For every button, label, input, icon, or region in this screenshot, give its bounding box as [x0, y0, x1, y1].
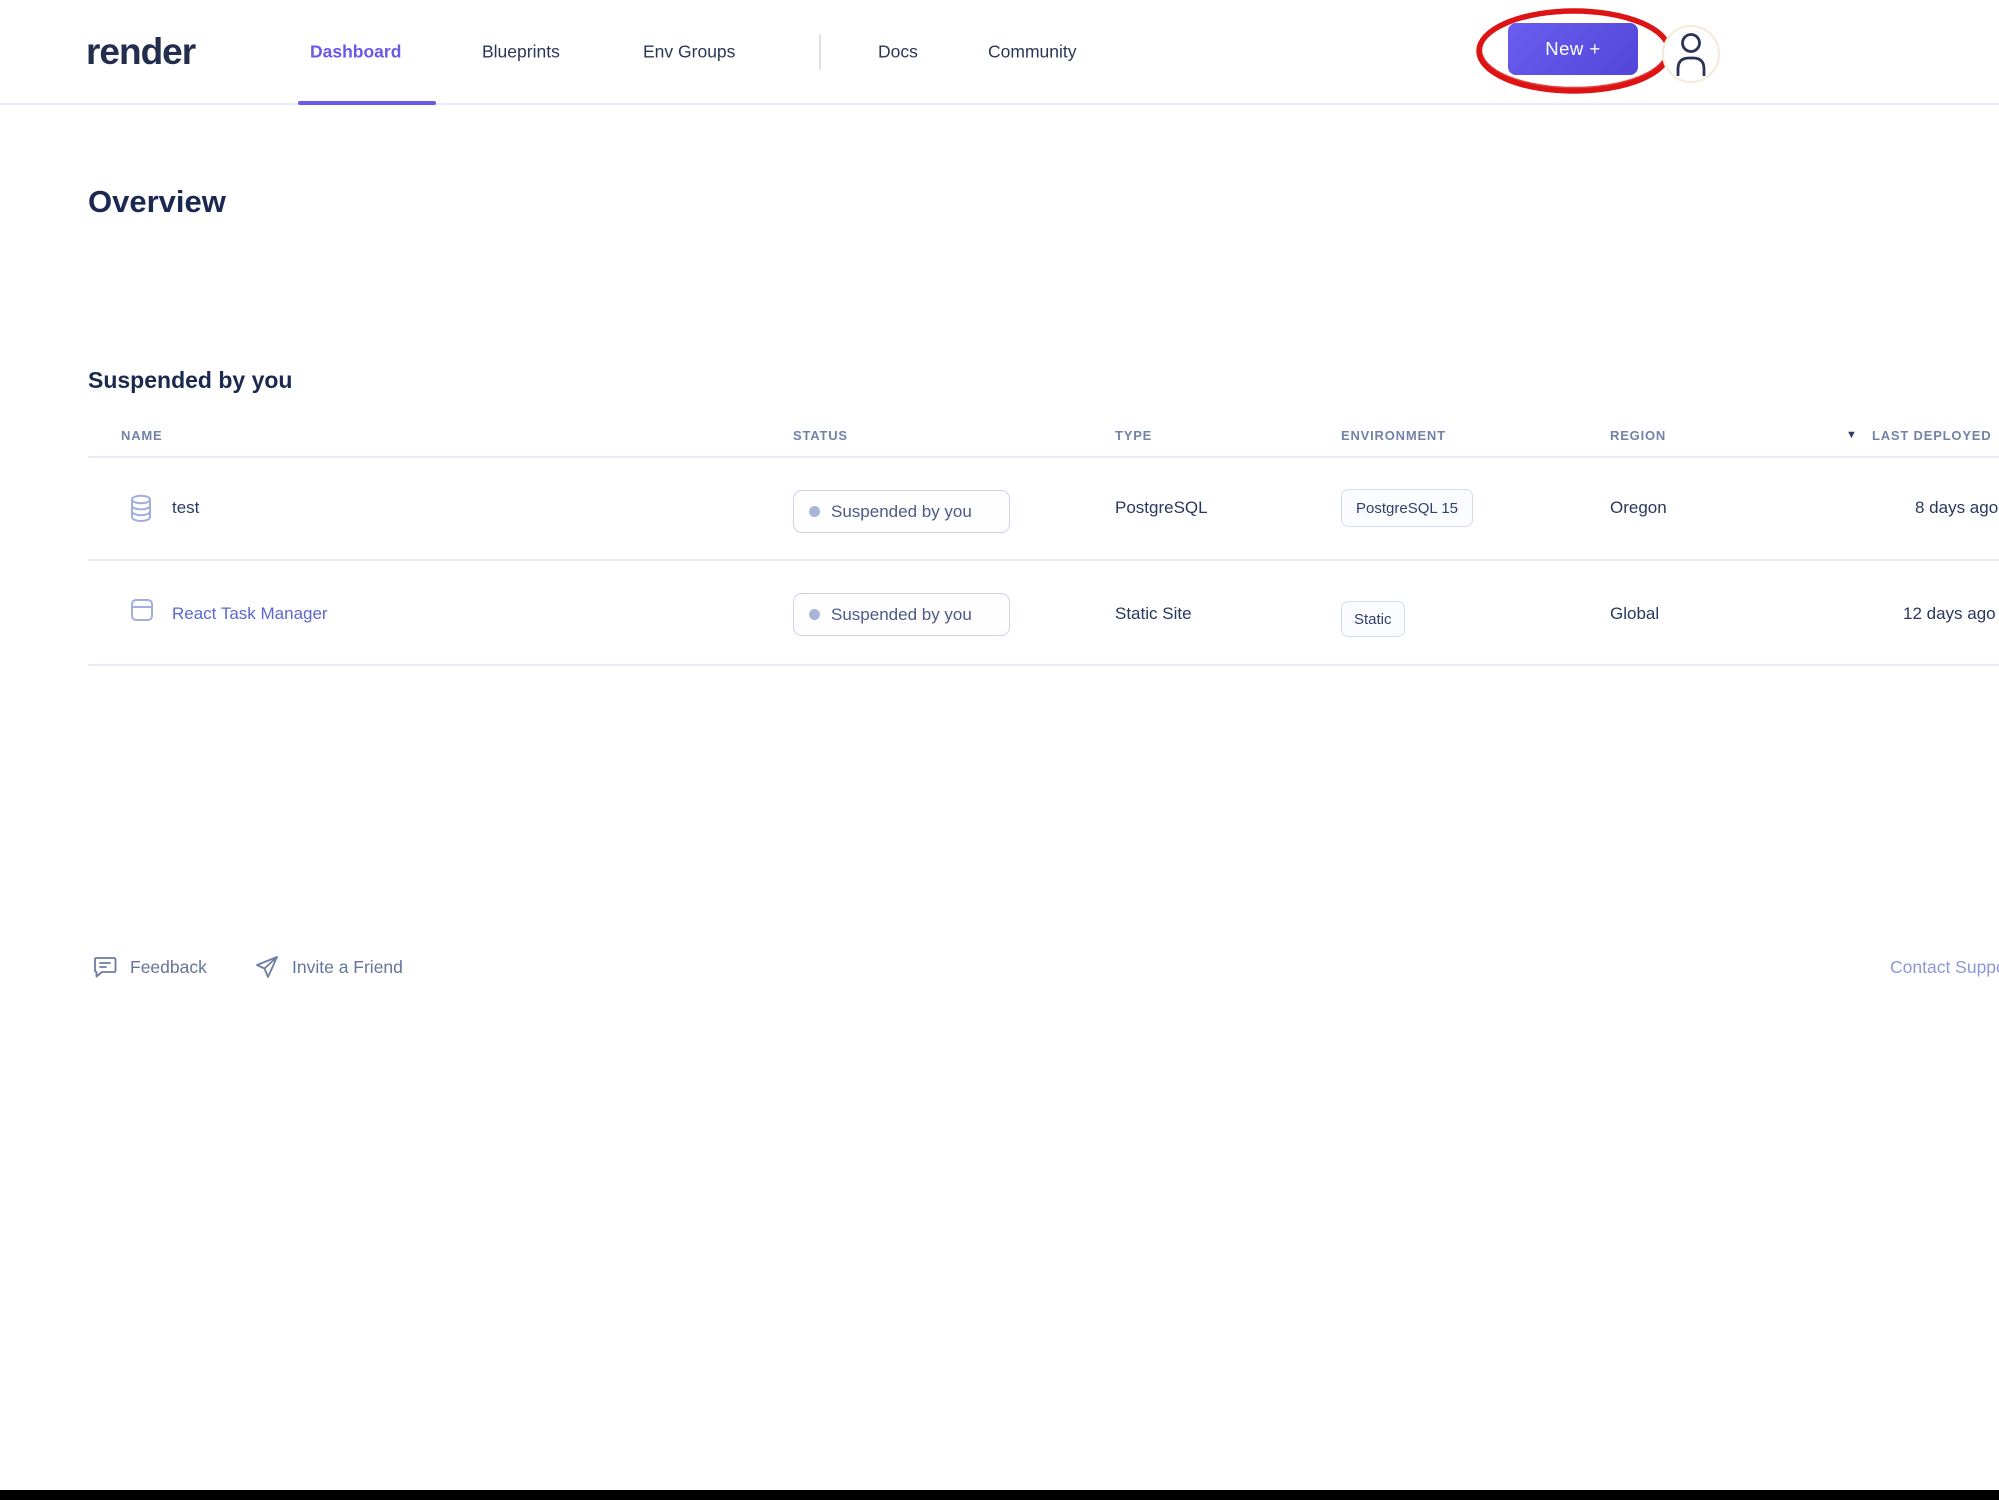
environment-badge: PostgreSQL 15 — [1341, 489, 1473, 527]
service-name-link[interactable]: React Task Manager — [172, 604, 328, 624]
status-dot-icon — [809, 609, 820, 620]
column-header-type[interactable]: TYPE — [1115, 428, 1152, 443]
paper-plane-icon — [254, 954, 280, 980]
browser-window-icon — [129, 597, 155, 623]
column-header-status[interactable]: STATUS — [793, 428, 848, 443]
last-deploy-value: 8 days ago — [1915, 498, 1998, 518]
tab-dashboard[interactable]: Dashboard — [310, 41, 401, 62]
column-header-name[interactable]: NAME — [121, 428, 162, 443]
column-header-environment[interactable]: ENVIRONMENT — [1341, 428, 1446, 443]
service-type: Static Site — [1115, 604, 1192, 624]
status-badge: Suspended by you — [793, 490, 1010, 533]
section-title-suspended: Suspended by you — [88, 367, 292, 394]
last-deploy-value: 12 days ago — [1903, 604, 1996, 624]
table-divider — [88, 664, 1999, 666]
service-region: Oregon — [1610, 498, 1667, 518]
sort-descending-icon[interactable]: ▼ — [1846, 429, 1857, 441]
new-button[interactable]: New + — [1508, 23, 1638, 75]
nav-link-docs[interactable]: Docs — [878, 41, 918, 62]
column-header-region[interactable]: REGION — [1610, 428, 1666, 443]
service-name-link[interactable]: test — [172, 498, 199, 518]
render-logo[interactable]: render — [86, 31, 195, 73]
status-label: Suspended by you — [831, 605, 972, 625]
active-tab-underline — [298, 101, 436, 105]
person-icon — [1673, 32, 1709, 76]
status-dot-icon — [809, 506, 820, 517]
top-navigation-bar: render Dashboard Blueprints Env Groups D… — [0, 0, 1999, 105]
column-header-last-deploy[interactable]: LAST DEPLOYED — [1872, 428, 1991, 443]
status-label: Suspended by you — [831, 502, 972, 522]
nav-link-community[interactable]: Community — [988, 41, 1077, 62]
invite-label: Invite a Friend — [292, 957, 403, 978]
page-title: Overview — [88, 184, 226, 220]
account-avatar-button[interactable] — [1662, 25, 1720, 83]
nav-divider — [819, 34, 821, 70]
contact-support-label: Contact Support — [1890, 957, 1999, 978]
service-type: PostgreSQL — [1115, 498, 1208, 518]
render-dashboard-screen: render Dashboard Blueprints Env Groups D… — [0, 0, 1999, 1500]
invite-a-friend-link[interactable]: Invite a Friend — [254, 952, 403, 982]
status-badge: Suspended by you — [793, 593, 1010, 636]
table-row-test[interactable]: test Suspended by you PostgreSQL Postgre… — [0, 457, 1999, 560]
feedback-label: Feedback — [130, 957, 207, 978]
contact-support-link[interactable]: Contact Support — [1890, 952, 1999, 982]
tab-blueprints[interactable]: Blueprints — [482, 41, 560, 62]
environment-badge: Static — [1341, 601, 1405, 637]
tab-env-groups[interactable]: Env Groups — [643, 41, 735, 62]
feedback-link[interactable]: Feedback — [92, 952, 207, 982]
table-row-react-task-manager[interactable]: React Task Manager Suspended by you Stat… — [0, 560, 1999, 663]
bottom-black-bar — [0, 1490, 1999, 1500]
service-region: Global — [1610, 604, 1659, 624]
database-icon — [129, 494, 153, 523]
feedback-bubble-icon — [92, 954, 118, 980]
